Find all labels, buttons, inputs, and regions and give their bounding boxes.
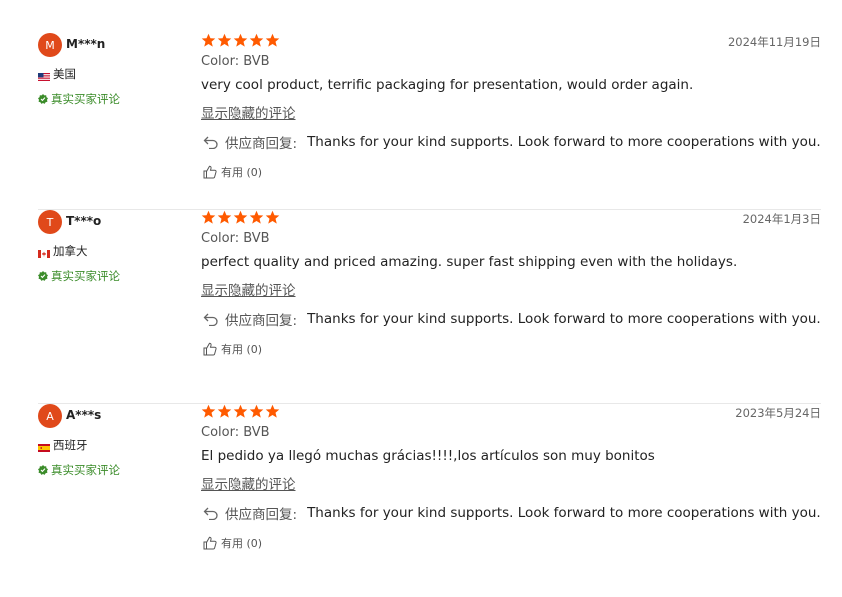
verified-badge: 真实买家评论: [38, 268, 120, 284]
supplier-reply: 供应商回复: Thanks for your kind supports. Lo…: [203, 132, 821, 152]
variant-value: BVB: [243, 54, 270, 69]
show-hidden-review-link[interactable]: 显示隐藏的评论: [201, 473, 296, 493]
star-icon: [201, 210, 216, 224]
verified-label: 真实买家评论: [51, 269, 120, 283]
verified-badge: 真实买家评论: [38, 91, 120, 107]
reviewer-country: 美国: [38, 66, 76, 82]
reply-icon: [203, 313, 218, 326]
verified-badge: 真实买家评论: [38, 462, 120, 478]
avatar: A: [38, 404, 62, 428]
star-icon: [233, 404, 248, 418]
helpful-count: 有用 (0): [221, 537, 263, 550]
country-name: 加拿大: [53, 244, 88, 258]
star-rating: [201, 210, 281, 225]
helpful-button[interactable]: 有用 (0): [203, 164, 262, 180]
reply-text: Thanks for your kind supports. Look forw…: [307, 311, 821, 327]
show-hidden-review-link[interactable]: 显示隐藏的评论: [201, 102, 296, 122]
review-text: El pedido ya llegó muchas grácias!!!!,lo…: [201, 448, 655, 464]
star-icon: [217, 404, 232, 418]
review-text: perfect quality and priced amazing. supe…: [201, 254, 738, 270]
review-date: 2024年1月3日: [742, 212, 821, 226]
reviewer-name: T***o: [66, 214, 102, 228]
star-rating: [201, 404, 281, 419]
star-icon: [265, 210, 280, 224]
reply-label: 供应商回复:: [225, 313, 298, 329]
review-date: 2024年11月19日: [727, 35, 821, 49]
thumbs-up-icon: [203, 165, 217, 179]
show-hidden-review-link[interactable]: 显示隐藏的评论: [201, 279, 296, 299]
verified-check-icon: [38, 271, 48, 281]
reviewer-name: M***n: [66, 37, 106, 51]
reply-label: 供应商回复:: [225, 507, 298, 523]
reviewer-country: 加拿大: [38, 243, 88, 259]
review-item: T T***o 加拿大 真实买家评论 2024年1月3日 Color: BVB …: [38, 209, 821, 403]
review-date: 2023年5月24日: [735, 406, 821, 420]
review-item: M M***n 美国 真实买家评论 2024年11月19日 Color: BVB…: [38, 33, 821, 227]
helpful-button[interactable]: 有用 (0): [203, 535, 262, 551]
variant-label: Color:: [201, 54, 240, 69]
star-icon: [249, 404, 264, 418]
supplier-reply: 供应商回复: Thanks for your kind supports. Lo…: [203, 503, 821, 523]
star-icon: [265, 404, 280, 418]
product-variant: Color: BVB: [201, 425, 270, 440]
avatar: T: [38, 210, 62, 234]
verified-check-icon: [38, 94, 48, 104]
reply-text: Thanks for your kind supports. Look forw…: [307, 134, 821, 150]
review-text: very cool product, terrific packaging fo…: [201, 77, 694, 93]
helpful-count: 有用 (0): [221, 166, 263, 179]
reviewer-name: A***s: [66, 408, 102, 422]
country-name: 美国: [53, 67, 76, 81]
star-icon: [201, 404, 216, 418]
star-icon: [217, 33, 232, 47]
star-icon: [265, 33, 280, 47]
verified-label: 真实买家评论: [51, 463, 120, 477]
verified-check-icon: [38, 465, 48, 475]
reply-icon: [203, 507, 218, 520]
helpful-button[interactable]: 有用 (0): [203, 341, 262, 357]
star-icon: [249, 33, 264, 47]
supplier-reply: 供应商回复: Thanks for your kind supports. Lo…: [203, 309, 821, 329]
reply-label: 供应商回复:: [225, 136, 298, 152]
variant-value: BVB: [243, 231, 270, 246]
country-name: 西班牙: [53, 438, 88, 452]
star-icon: [217, 210, 232, 224]
star-icon: [249, 210, 264, 224]
product-variant: Color: BVB: [201, 231, 270, 246]
variant-label: Color:: [201, 231, 240, 246]
star-icon: [233, 210, 248, 224]
reply-text: Thanks for your kind supports. Look forw…: [307, 505, 821, 521]
reviewer-country: 西班牙: [38, 437, 88, 453]
variant-label: Color:: [201, 425, 240, 440]
thumbs-up-icon: [203, 342, 217, 356]
product-variant: Color: BVB: [201, 54, 270, 69]
variant-value: BVB: [243, 425, 270, 440]
helpful-count: 有用 (0): [221, 343, 263, 356]
country-flag-icon: [38, 247, 50, 258]
verified-label: 真实买家评论: [51, 92, 120, 106]
star-icon: [233, 33, 248, 47]
country-flag-icon: [38, 441, 50, 452]
reply-icon: [203, 136, 218, 149]
avatar: M: [38, 33, 62, 57]
country-flag-icon: [38, 70, 50, 81]
star-icon: [201, 33, 216, 47]
review-item: A A***s 西班牙 真实买家评论 2023年5月24日 Color: BVB…: [38, 403, 821, 597]
star-rating: [201, 33, 281, 48]
thumbs-up-icon: [203, 536, 217, 550]
